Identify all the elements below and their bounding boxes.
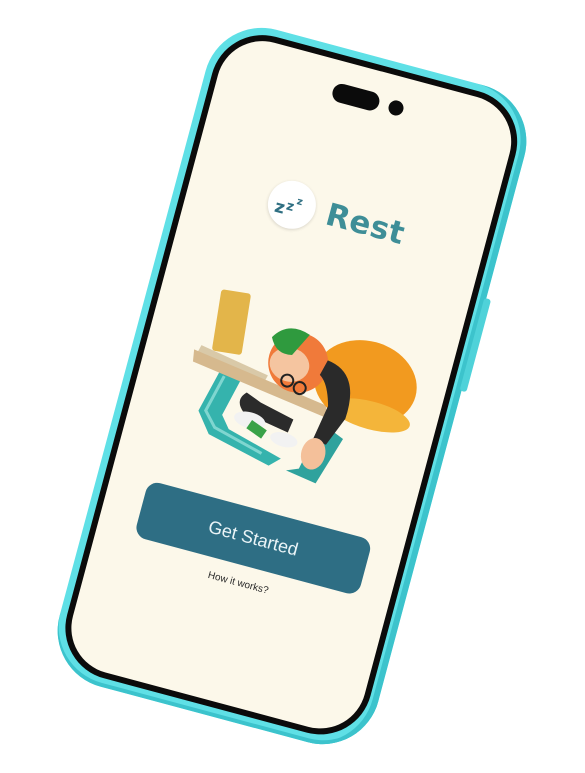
phone-mockup: z z z Rest Get Started How it works? [44,14,540,758]
zzz-sleep-icon: z z z [262,175,322,235]
island-pill [329,81,382,112]
sleeping-person-illustration [192,289,417,484]
shoe-right [270,432,298,448]
dynamic-island [320,75,416,124]
app-name: Rest [321,196,409,253]
get-started-button[interactable]: Get Started [133,480,373,597]
front-camera [386,98,405,117]
app-screen: z z z Rest Get Started How it works? [61,30,522,739]
stage: z z z Rest Get Started How it works? [0,0,585,773]
laptop-screen [212,289,251,355]
svg-text:z: z [295,196,304,208]
